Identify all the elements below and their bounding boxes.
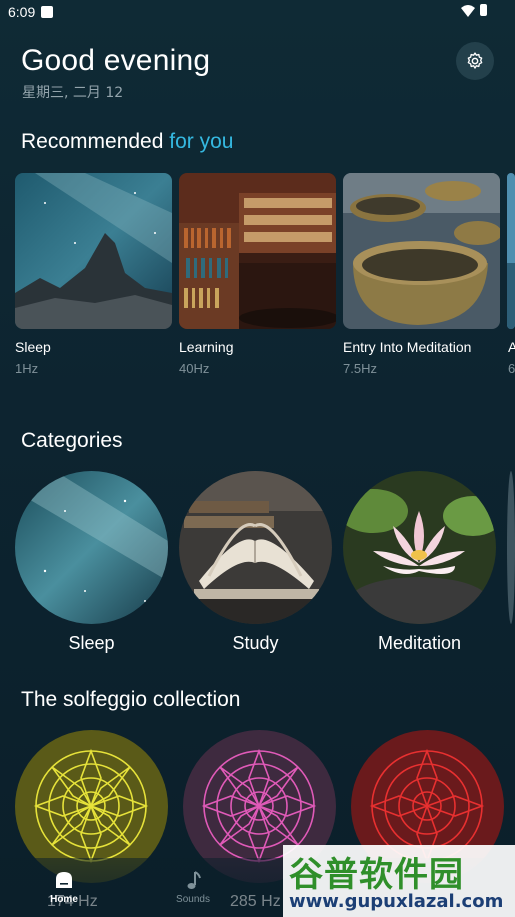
card-title: Learning (179, 339, 234, 355)
card-image (343, 173, 500, 329)
recommended-title-main: Recommended (21, 130, 164, 153)
card-frequency: 6 (508, 361, 515, 376)
battery-icon (480, 4, 487, 16)
home-icon (56, 872, 72, 888)
status-bar: 6:09 (0, 0, 515, 26)
category-study[interactable] (179, 471, 332, 624)
category-label: Study (232, 633, 279, 653)
category-label: Meditation (377, 633, 462, 653)
card-frequency: 1Hz (15, 361, 39, 376)
date-label: 星期三, 二月 12 (22, 85, 124, 101)
category-partial[interactable] (507, 471, 515, 624)
category-meditation[interactable] (343, 471, 496, 624)
nav-sounds[interactable]: Sounds (163, 870, 223, 905)
watermark-text: 谷普软件园 (289, 855, 464, 895)
category-image (507, 471, 515, 624)
settings-button[interactable] (456, 42, 494, 80)
wifi-icon (461, 5, 475, 17)
nav-sounds-label: Sounds (176, 894, 210, 905)
gear-icon (467, 52, 483, 69)
category-image (15, 471, 168, 624)
card-frequency: 40Hz (179, 361, 210, 376)
card-title: Entry Into Meditation (343, 339, 472, 355)
solfeggio-label: 174 Hz (47, 893, 98, 910)
music-note-icon (187, 871, 201, 889)
watermark-url: www.gupuxlazal.com (289, 891, 504, 912)
recommended-card-sleep[interactable] (15, 173, 172, 329)
recommended-title: Recommended for you (21, 130, 233, 154)
card-image (15, 173, 172, 329)
watermark: 谷普软件园 www.gupuxlazal.com (283, 845, 515, 917)
category-label: Sleep (68, 633, 115, 653)
solfeggio-title: The solfeggio collection (21, 688, 241, 711)
status-time: 6:09 (8, 4, 36, 20)
recommended-title-accent: for you (169, 130, 234, 153)
card-image (507, 173, 515, 329)
category-sleep[interactable] (15, 471, 168, 624)
recommended-card-meditation[interactable] (343, 173, 500, 329)
category-image (343, 471, 496, 624)
recommended-card-partial[interactable] (507, 173, 515, 329)
category-image (179, 471, 332, 624)
recommended-card-learning[interactable] (179, 173, 336, 329)
solfeggio-label: 285 Hz (230, 893, 281, 910)
categories-title: Categories (21, 429, 123, 452)
card-title: A (508, 339, 515, 355)
card-image (179, 173, 336, 329)
greeting-title: Good evening (21, 44, 211, 77)
card-frequency: 7.5Hz (343, 361, 377, 376)
notification-icon (41, 6, 53, 18)
card-title: Sleep (15, 339, 51, 355)
